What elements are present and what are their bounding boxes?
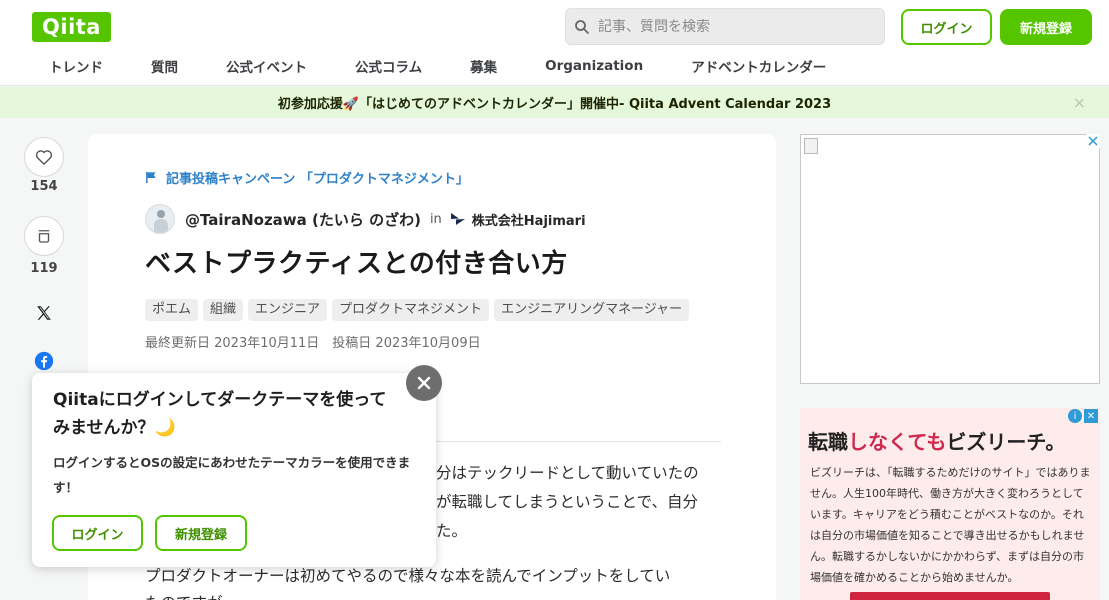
announcement-banner: 初参加応援🚀「はじめてのアドベントカレンダー」開催中- Qiita Advent… — [0, 87, 1109, 118]
body-text-line: たのですが — [145, 591, 223, 600]
body-text-line: た。 — [436, 522, 468, 540]
ad-body-text: ビズリーチは、「転職するためだけのサイト」ではありません。人生100年時代、働き… — [810, 466, 1091, 584]
x-share-button[interactable] — [31, 300, 57, 326]
popup-close-button[interactable] — [406, 365, 442, 401]
search-box[interactable] — [565, 8, 885, 45]
popup-description: ログインするとOSの設定にあわせたテーマカラーを使用できます！ — [53, 455, 411, 495]
tag[interactable]: 組織 — [203, 299, 244, 321]
adchoices-icon[interactable] — [1086, 134, 1100, 148]
like-count: 154 — [30, 179, 58, 194]
body-text-line: 分はテックリードとして動いていたの — [436, 464, 699, 482]
ad-banner-top[interactable] — [800, 134, 1100, 384]
facebook-share-button[interactable] — [31, 348, 57, 374]
ad-headline-part: 転職 — [808, 430, 848, 454]
header-login-button[interactable]: ログイン — [901, 9, 992, 45]
facebook-icon — [34, 351, 54, 371]
ad-headline-part: ビズリーチ。 — [946, 430, 1066, 454]
broken-image-icon — [804, 138, 818, 154]
tag[interactable]: エンジニアリングマネージャー — [494, 299, 690, 321]
organization-name[interactable]: 株式会社Hajimari — [472, 210, 586, 229]
search-icon — [575, 19, 589, 34]
article-dates: 最終更新日 2023年10月11日 投稿日 2023年10月09日 — [145, 336, 481, 351]
dark-theme-popup: Qiitaにログインしてダークテーマを使ってみませんか？🌙 ログインするとOSの… — [32, 373, 436, 567]
like-button[interactable] — [24, 137, 64, 177]
site-header: Qiita ログイン 新規登録 トレンド 質問 公式イベント 公式コラム 募集 … — [0, 0, 1109, 86]
nav-organization[interactable]: Organization — [545, 58, 643, 74]
body-text-line: プロダクトオーナーは初めてやるので様々な本を読んでインプットをしてい — [145, 567, 671, 585]
tag[interactable]: ポエム — [145, 299, 199, 321]
author-line: @TairaNozawa (たいら のざわ) in 株式会社Hajimari — [145, 204, 586, 234]
nav-trend[interactable]: トレンド — [49, 56, 103, 76]
campaign-link[interactable]: 記事投稿キャンペーン 「プロダクトマネジメント」 — [145, 168, 469, 187]
qiita-logo[interactable]: Qiita — [32, 12, 111, 42]
article-title: ベストプラクティスとの付き合い方 — [145, 249, 568, 279]
author-name[interactable]: @TairaNozawa (たいら のざわ) — [185, 209, 421, 230]
organization-logo-icon[interactable] — [450, 212, 466, 226]
nav-official-events[interactable]: 公式イベント — [226, 56, 307, 76]
author-avatar[interactable] — [145, 204, 175, 234]
body-text-line: が転職してしまうということで、自分 — [436, 493, 698, 511]
main-nav: トレンド 質問 公式イベント 公式コラム 募集 Organization アドベ… — [32, 56, 857, 76]
popup-signup-button[interactable]: 新規登録 — [155, 515, 247, 551]
flag-icon — [146, 171, 156, 184]
stock-count: 119 — [30, 261, 58, 276]
close-icon — [417, 376, 431, 390]
tag[interactable]: エンジニア — [248, 299, 328, 321]
tag-list: ポエム 組織 エンジニア プロダクトマネジメント エンジニアリングマネージャー — [145, 299, 694, 321]
ad-bizreach[interactable]: i ✕ 転職しなくてもビズリーチ。 ビズリーチは、「転職するためだけのサイト」で… — [800, 408, 1100, 600]
ad-cta-button[interactable] — [850, 592, 1050, 600]
stock-button[interactable] — [24, 216, 64, 256]
ad-headline-accent: しなくても — [848, 430, 947, 454]
tag[interactable]: プロダクトマネジメント — [332, 299, 490, 321]
x-logo-icon — [37, 306, 51, 320]
nav-advent-calendar[interactable]: アドベントカレンダー — [691, 56, 826, 76]
banner-text[interactable]: 初参加応援🚀「はじめてのアドベントカレンダー」開催中- Qiita Advent… — [278, 93, 831, 112]
search-input[interactable] — [598, 18, 868, 35]
ad-headline: 転職しなくてもビズリーチ。 — [808, 426, 1065, 455]
nav-questions[interactable]: 質問 — [151, 56, 178, 76]
stock-icon — [38, 230, 50, 243]
ad-info-badges: i ✕ — [1068, 409, 1098, 423]
nav-official-columns[interactable]: 公式コラム — [355, 56, 422, 76]
header-signup-button[interactable]: 新規登録 — [1000, 9, 1092, 45]
in-label: in — [429, 211, 442, 227]
popup-login-button[interactable]: ログイン — [52, 515, 143, 551]
heart-icon — [35, 150, 53, 165]
popup-title: Qiitaにログインしてダークテーマを使ってみませんか？🌙 — [53, 390, 387, 438]
banner-close-icon[interactable]: × — [1073, 93, 1086, 112]
nav-recruiting[interactable]: 募集 — [470, 56, 497, 76]
ad-info-icon[interactable]: i — [1068, 409, 1082, 423]
campaign-text[interactable]: 記事投稿キャンペーン 「プロダクトマネジメント」 — [166, 168, 469, 187]
ad-close-icon[interactable]: ✕ — [1084, 409, 1098, 423]
